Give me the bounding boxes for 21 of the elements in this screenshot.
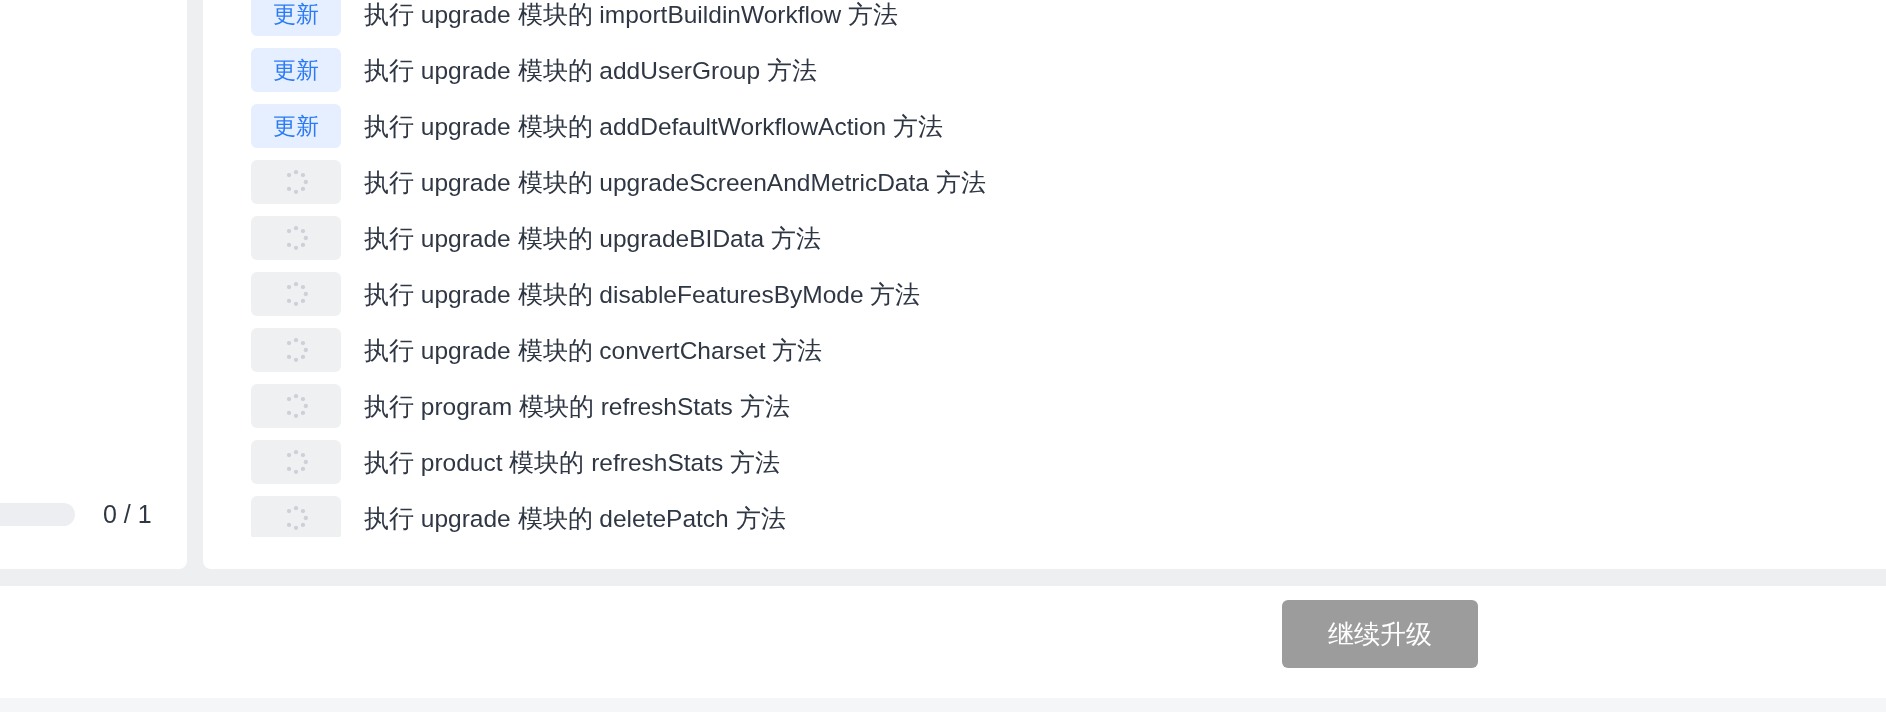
step-text: 执行 upgrade 模块的 importBuildinWorkflow 方法	[364, 0, 899, 30]
loading-spinner-icon	[284, 394, 308, 418]
progress-count: 0 / 1	[103, 500, 152, 529]
loading-spinner-icon	[284, 338, 308, 362]
loading-spinner-icon	[284, 226, 308, 250]
step-text: 执行 product 模块的 refreshStats 方法	[364, 447, 781, 478]
step-text: 执行 upgrade 模块的 upgradeScreenAndMetricData 方法	[364, 167, 986, 198]
step-text: 执行 upgrade 模块的 disableFeaturesByMode 方法	[364, 279, 921, 310]
step-text: 执行 upgrade 模块的 deletePatch 方法	[364, 503, 786, 534]
status-tag: 更新	[251, 48, 341, 92]
loading-spinner-icon	[284, 170, 308, 194]
step-text: 执行 upgrade 模块的 addUserGroup 方法	[364, 55, 817, 86]
status-tag: 更新	[251, 0, 341, 36]
loading-spinner-icon	[284, 506, 308, 530]
step-text: 执行 upgrade 模块的 convertCharset 方法	[364, 335, 823, 366]
status-tag: 更新	[251, 104, 341, 148]
loading-spinner-icon	[284, 450, 308, 474]
loading-spinner-icon	[284, 282, 308, 306]
step-text: 执行 upgrade 模块的 upgradeBIData 方法	[364, 223, 821, 254]
step-text: 执行 program 模块的 refreshStats 方法	[364, 391, 790, 422]
step-text: 执行 upgrade 模块的 addDefaultWorkflowAction 方法	[364, 111, 944, 142]
